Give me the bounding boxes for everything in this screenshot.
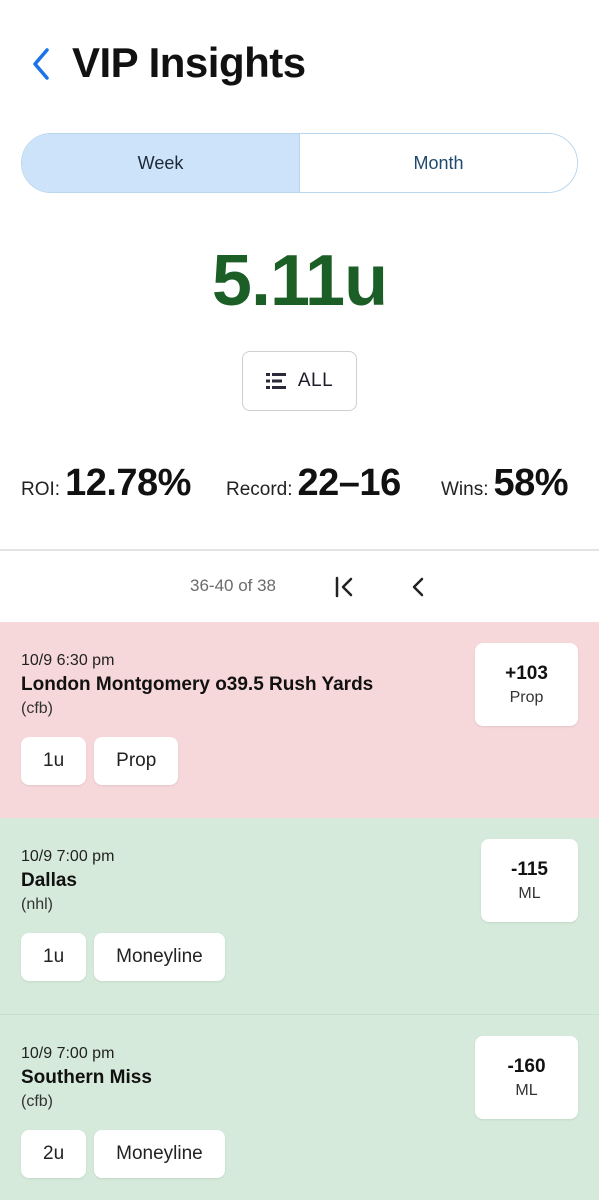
- odds-box[interactable]: -115 ML: [481, 839, 578, 922]
- roi-value: 12.78%: [65, 462, 191, 504]
- odds-type: ML: [515, 1081, 538, 1099]
- header: VIP Insights: [0, 30, 599, 96]
- page-range: 36-40 of 38: [190, 576, 277, 595]
- period-toggle: Week Month: [21, 133, 578, 193]
- pagination: 36-40 of 38: [0, 566, 599, 606]
- back-button[interactable]: [26, 44, 56, 84]
- roi-label: ROI:: [21, 479, 61, 500]
- first-page-button[interactable]: [330, 572, 360, 602]
- pick-league: (cfb): [21, 1093, 53, 1110]
- list-filter-icon: [265, 373, 286, 389]
- filter-label: ALL: [297, 370, 334, 391]
- pick-name: London Montgomery o39.5 Rush Yards: [21, 674, 374, 695]
- bet-type-chip[interactable]: Prop: [94, 737, 179, 785]
- odds-type: ML: [518, 884, 541, 902]
- pick-tags: 1u Prop: [21, 737, 179, 785]
- units-chip[interactable]: 2u: [21, 1130, 87, 1178]
- chevron-left-icon: [412, 577, 424, 597]
- first-page-icon: [335, 576, 353, 598]
- odds-box[interactable]: +103 Prop: [475, 643, 578, 726]
- pick-card[interactable]: 10/9 6:30 pm London Montgomery o39.5 Rus…: [0, 622, 599, 818]
- pick-name: Southern Miss: [21, 1067, 152, 1088]
- units-chip[interactable]: 1u: [21, 737, 87, 785]
- pick-time: 10/9 7:00 pm: [21, 1045, 115, 1062]
- pick-time: 10/9 6:30 pm: [21, 652, 115, 669]
- tab-month[interactable]: Month: [299, 134, 577, 192]
- tab-week[interactable]: Week: [22, 134, 299, 192]
- pick-league: (nhl): [21, 896, 54, 913]
- previous-page-button[interactable]: [404, 572, 432, 602]
- page-title: VIP Insights: [72, 39, 306, 86]
- record-stat: Record: 22–16: [226, 462, 401, 505]
- bet-type-chip[interactable]: Moneyline: [94, 1130, 225, 1178]
- units-total: 5.11u: [211, 241, 388, 321]
- bet-type-chip[interactable]: Moneyline: [94, 933, 225, 981]
- pick-name: Dallas: [21, 870, 77, 891]
- wins-stat: Wins: 58%: [441, 462, 569, 505]
- divider: [0, 549, 599, 551]
- filter-button[interactable]: ALL: [242, 351, 357, 411]
- odds-box[interactable]: -160 ML: [475, 1036, 578, 1119]
- pick-tags: 1u Moneyline: [21, 933, 225, 981]
- pick-league: (cfb): [21, 700, 53, 717]
- record-label: Record:: [226, 479, 293, 500]
- units-chip[interactable]: 1u: [21, 933, 87, 981]
- pick-card[interactable]: 10/9 7:00 pm Dallas (nhl) 1u Moneyline -…: [0, 818, 599, 1014]
- pick-tags: 2u Moneyline: [21, 1130, 225, 1178]
- wins-label: Wins:: [441, 479, 489, 500]
- odds-value: -115: [511, 858, 548, 880]
- odds-value: +103: [505, 662, 548, 684]
- wins-value: 58%: [493, 462, 569, 504]
- chevron-left-icon: [33, 48, 49, 80]
- pick-time: 10/9 7:00 pm: [21, 848, 115, 865]
- pick-card[interactable]: 10/9 7:00 pm Southern Miss (cfb) 2u Mone…: [0, 1014, 599, 1200]
- roi-stat: ROI: 12.78%: [21, 462, 191, 505]
- odds-value: -160: [507, 1055, 546, 1077]
- stats-row: ROI: 12.78% Record: 22–16 Wins: 58%: [0, 462, 599, 512]
- odds-type: Prop: [509, 688, 544, 706]
- record-value: 22–16: [297, 462, 402, 504]
